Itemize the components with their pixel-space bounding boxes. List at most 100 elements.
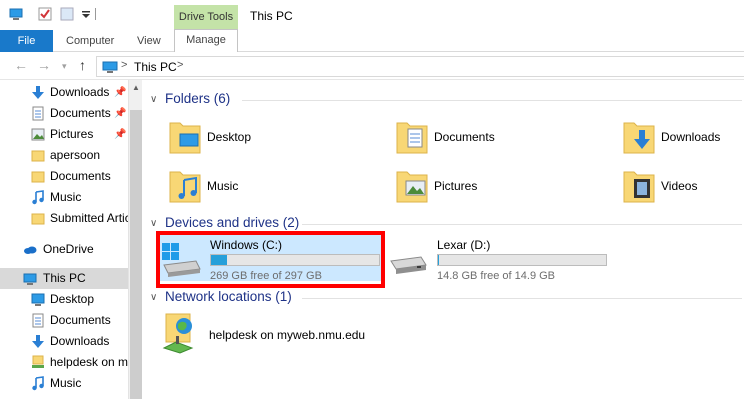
ribbon-tabs: File Computer View Manage bbox=[0, 29, 744, 52]
this-pc-icon bbox=[23, 273, 37, 285]
sidebar-item-documents-folder[interactable]: Documents bbox=[0, 166, 128, 187]
folder-pictures[interactable]: Pictures bbox=[395, 166, 595, 210]
folder-icon bbox=[31, 150, 45, 162]
drive-free-space: 14.8 GB free of 14.9 GB bbox=[437, 270, 556, 282]
breadcrumb-chevron-icon[interactable]: > bbox=[121, 59, 127, 71]
title-bar: Drive Tools This PC bbox=[0, 0, 744, 30]
folder-label: Music bbox=[207, 179, 239, 193]
scrollbar-thumb[interactable] bbox=[130, 110, 142, 399]
sidebar-item-label: Downloads bbox=[50, 85, 110, 99]
forward-arrow-icon[interactable]: → bbox=[37, 57, 51, 73]
recent-locations-chevron-icon[interactable]: ▾ bbox=[62, 61, 67, 72]
sidebar-item-this-pc[interactable]: This PC bbox=[0, 268, 128, 289]
sidebar-item-label: apersoon bbox=[50, 148, 101, 162]
documents-icon bbox=[32, 106, 44, 121]
up-arrow-icon[interactable]: ↑ bbox=[79, 57, 86, 73]
pin-icon[interactable]: 📌 bbox=[114, 82, 126, 103]
back-arrow-icon[interactable]: ← bbox=[14, 57, 28, 73]
tab-manage[interactable]: Manage bbox=[174, 29, 238, 52]
documents-icon bbox=[32, 313, 44, 328]
computer-icon[interactable] bbox=[9, 7, 23, 21]
sidebar-item-documents[interactable]: Documents 📌 bbox=[0, 103, 128, 124]
properties-icon[interactable] bbox=[38, 7, 52, 21]
new-folder-icon[interactable] bbox=[60, 7, 74, 21]
folder-desktop[interactable]: Desktop bbox=[168, 117, 368, 161]
removable-drive-icon bbox=[390, 256, 427, 274]
folder-label: Documents bbox=[434, 130, 495, 144]
drive-usage-bar bbox=[437, 254, 607, 266]
file-tab[interactable]: File bbox=[0, 30, 53, 52]
sidebar-item-label: Submitted Articl bbox=[50, 211, 128, 225]
sidebar-item-helpdesk[interactable]: helpdesk on myv bbox=[0, 352, 128, 373]
drive-usage-fill bbox=[438, 255, 439, 265]
sidebar-item-pc-downloads[interactable]: Downloads bbox=[0, 331, 128, 352]
downloads-folder-icon bbox=[623, 122, 655, 154]
sidebar-item-downloads[interactable]: Downloads 📌 bbox=[0, 82, 128, 103]
collapse-chevron-icon[interactable]: ∨ bbox=[150, 218, 157, 229]
network-location-helpdesk[interactable]: helpdesk on myweb.nmu.edu bbox=[162, 312, 462, 356]
drive-name: Lexar (D:) bbox=[437, 238, 491, 252]
music-icon bbox=[32, 376, 44, 391]
sidebar-item-label: helpdesk on myv bbox=[50, 355, 128, 369]
this-pc-icon bbox=[102, 61, 118, 73]
pin-icon[interactable]: 📌 bbox=[114, 103, 126, 124]
folder-label: Desktop bbox=[207, 130, 252, 144]
music-folder-icon bbox=[169, 171, 201, 203]
sidebar-item-onedrive[interactable]: OneDrive bbox=[0, 239, 128, 260]
address-bar[interactable]: > This PC > bbox=[96, 56, 744, 77]
sidebar-item-pc-documents[interactable]: Documents bbox=[0, 310, 128, 331]
scroll-up-arrow-icon[interactable]: ▲ bbox=[132, 83, 140, 92]
folder-videos[interactable]: Videos bbox=[622, 166, 744, 210]
folder-label: Pictures bbox=[434, 179, 478, 193]
sidebar-scrollbar[interactable]: ▲ bbox=[128, 80, 142, 399]
navigation-bar: ← → ▾ ↑ > This PC > bbox=[0, 52, 744, 80]
customize-qat-icon[interactable] bbox=[79, 7, 93, 21]
download-arrow-icon bbox=[32, 335, 44, 348]
sidebar-item-submitted-articles[interactable]: Submitted Articl bbox=[0, 208, 128, 229]
window-title: This PC bbox=[250, 9, 293, 23]
sidebar-item-desktop[interactable]: Desktop bbox=[0, 289, 128, 310]
pin-icon[interactable]: 📌 bbox=[114, 124, 126, 145]
breadcrumb-this-pc[interactable]: This PC bbox=[134, 60, 177, 74]
folder-icon bbox=[31, 213, 45, 225]
qat-separator bbox=[95, 8, 96, 20]
sidebar-item-label: Desktop bbox=[50, 292, 95, 306]
drive-lexar-d[interactable]: Lexar (D:) 14.8 GB free of 14.9 GB bbox=[387, 235, 609, 282]
collapse-chevron-icon[interactable]: ∨ bbox=[150, 292, 157, 303]
documents-folder-icon bbox=[396, 122, 428, 154]
pictures-icon bbox=[31, 128, 45, 141]
sidebar-item-label: This PC bbox=[43, 271, 86, 285]
network-location-icon bbox=[162, 313, 194, 354]
folder-downloads[interactable]: Downloads bbox=[622, 117, 744, 161]
breadcrumb-chevron-icon[interactable]: > bbox=[177, 59, 183, 71]
sidebar-item-apersoon[interactable]: apersoon bbox=[0, 145, 128, 166]
network-section-title: Network locations (1) bbox=[165, 289, 292, 304]
sidebar-item-pc-music[interactable]: Music bbox=[0, 373, 128, 394]
sidebar-item-label: Downloads bbox=[50, 334, 110, 348]
drive-tools-header: Drive Tools bbox=[174, 5, 238, 30]
sidebar-item-label: Music bbox=[50, 376, 82, 390]
pictures-folder-icon bbox=[396, 171, 428, 203]
collapse-chevron-icon[interactable]: ∨ bbox=[150, 94, 157, 105]
folders-section-title: Folders (6) bbox=[165, 91, 231, 106]
tab-view[interactable]: View bbox=[137, 30, 161, 52]
tab-computer[interactable]: Computer bbox=[66, 30, 114, 52]
folder-label: Downloads bbox=[661, 130, 721, 144]
network-drive-icon bbox=[32, 355, 44, 368]
sidebar-item-label: Documents bbox=[50, 169, 111, 183]
folder-label: Videos bbox=[661, 179, 698, 193]
sidebar-item-label: Documents bbox=[50, 106, 111, 120]
onedrive-cloud-icon bbox=[24, 246, 37, 254]
navigation-pane: Downloads 📌 Documents 📌 Pictures 📌 apers… bbox=[0, 80, 128, 399]
section-divider bbox=[302, 224, 742, 225]
folder-documents[interactable]: Documents bbox=[395, 117, 595, 161]
desktop-folder-icon bbox=[169, 122, 201, 154]
folder-icon bbox=[31, 171, 45, 183]
sidebar-item-label: Music bbox=[50, 190, 82, 204]
sidebar-item-music[interactable]: Music bbox=[0, 187, 128, 208]
folder-music[interactable]: Music bbox=[168, 166, 368, 210]
music-icon bbox=[32, 190, 44, 205]
sidebar-item-pictures[interactable]: Pictures 📌 bbox=[0, 124, 128, 145]
section-divider bbox=[302, 298, 742, 299]
download-arrow-icon bbox=[32, 86, 44, 99]
